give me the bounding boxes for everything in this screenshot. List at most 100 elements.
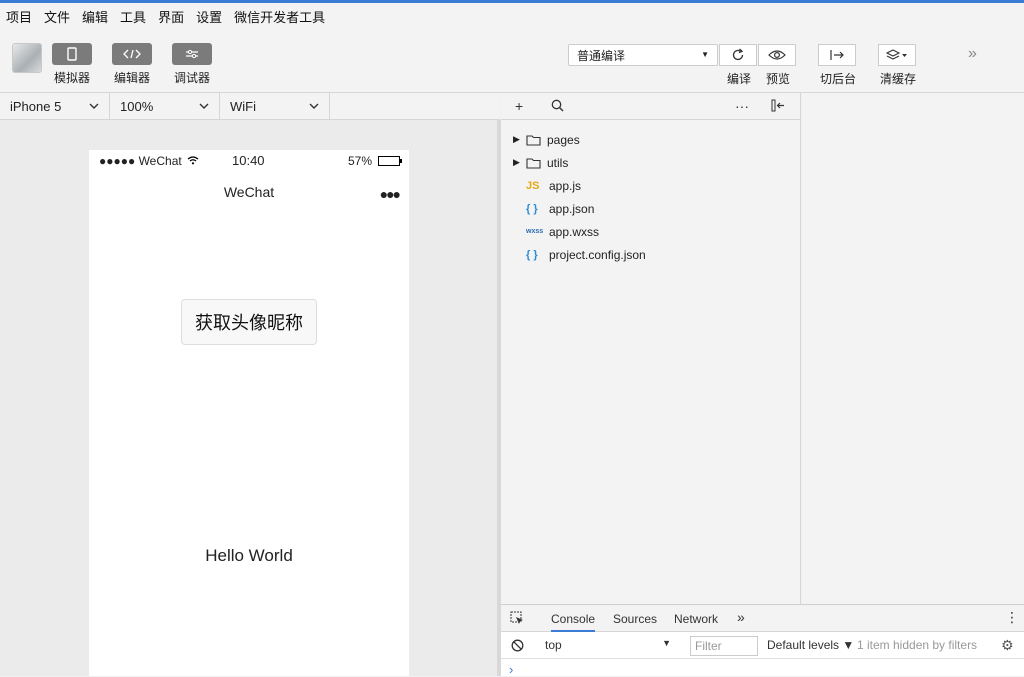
chevrons-right-icon[interactable]: » (968, 45, 977, 63)
file-explorer: + ··· ▶ pages ▶ utils JS app.js { } app.… (501, 93, 801, 604)
status-time: 10:40 (232, 153, 265, 168)
battery: 57% (348, 154, 403, 168)
menu-project[interactable]: 项目 (6, 7, 32, 26)
tab-network[interactable]: Network (674, 612, 718, 626)
preview-button[interactable] (758, 44, 796, 66)
tree-item-folder[interactable]: ▶ pages (501, 128, 800, 151)
console-filter-input[interactable]: Filter (690, 636, 758, 656)
tab-sources[interactable]: Sources (613, 612, 657, 626)
kebab-menu-icon[interactable]: ⋮ (1005, 609, 1019, 626)
clear-cache-button[interactable] (878, 44, 916, 66)
menu-view[interactable]: 界面 (158, 7, 184, 26)
chevron-down-icon (309, 103, 319, 109)
devtools-console: Console Sources Network » ⋮ top ▼ Filter… (501, 604, 1024, 677)
nav-title: WeChat (223, 184, 275, 200)
network-select[interactable]: WiFi (220, 93, 330, 119)
code-icon (112, 43, 152, 65)
chevron-down-icon (89, 103, 99, 109)
zoom-select[interactable]: 100% (110, 93, 220, 119)
toolbar: 模拟器 编辑器 调试器 普通编译 ▼ 编译 预览 切后台 清缓存 » (0, 30, 1024, 93)
chevron-down-icon (199, 103, 209, 109)
refresh-icon (732, 48, 744, 61)
device-value: iPhone 5 (10, 98, 62, 114)
file-name: utils (547, 155, 569, 170)
simulator-button[interactable]: 模拟器 (52, 43, 92, 86)
menu-bar: 项目 文件 编辑 工具 界面 设置 微信开发者工具 (0, 3, 1024, 30)
file-name: project.config.json (549, 247, 646, 262)
clear-console-icon[interactable] (511, 639, 524, 652)
context-value: top (545, 638, 562, 652)
console-prompt-icon[interactable]: › (509, 662, 513, 677)
devtools-tabs: Console Sources Network » ⋮ (501, 605, 1024, 632)
caret-right-icon: ▶ (513, 157, 520, 167)
file-name: app.wxss (549, 224, 600, 239)
clear-cache-label: 清缓存 (880, 72, 917, 86)
hello-text: Hello World (205, 546, 293, 565)
editor-button[interactable]: 编辑器 (112, 43, 152, 86)
menu-file[interactable]: 文件 (44, 7, 70, 26)
menu-app[interactable]: 微信开发者工具 (234, 7, 325, 26)
device-bar: iPhone 5 100% WiFi (0, 93, 500, 120)
battery-icon (378, 156, 403, 166)
gear-icon[interactable]: ⚙ (1001, 637, 1014, 654)
phone-screen: ●●●●● WeChat 10:40 57% WeChat ●●● 获取头像昵称… (89, 150, 409, 676)
sliders-icon (172, 43, 212, 65)
add-icon[interactable]: + (515, 98, 523, 114)
simulator-area: ●●●●● WeChat 10:40 57% WeChat ●●● 获取头像昵称… (0, 120, 499, 676)
more-dots-icon[interactable]: ●●● (380, 186, 401, 202)
tree-item-file[interactable]: { } app.json (501, 197, 800, 220)
tree-item-file[interactable]: { } project.config.json (501, 243, 800, 266)
more-horizontal-icon[interactable]: ··· (735, 98, 749, 114)
device-select[interactable]: iPhone 5 (0, 93, 110, 119)
background-label: 切后台 (820, 72, 857, 86)
json-file-icon: { } (526, 202, 538, 215)
network-value: WiFi (230, 98, 256, 114)
battery-percent: 57% (348, 154, 373, 168)
compile-label: 编译 (727, 72, 752, 86)
preview-label: 预览 (766, 72, 791, 86)
carrier-text: ●●●●● WeChat (99, 154, 182, 168)
collapse-panel-icon[interactable] (771, 99, 785, 115)
caret-down-icon: ▼ (701, 50, 709, 59)
folder-icon (526, 134, 541, 146)
get-avatar-button[interactable]: 获取头像昵称 (181, 299, 317, 345)
wifi-icon (187, 156, 199, 165)
background-button[interactable] (818, 44, 856, 66)
user-avatar[interactable] (12, 43, 42, 73)
eye-icon (768, 50, 786, 60)
editor-label: 编辑器 (113, 71, 150, 85)
debugger-button[interactable]: 调试器 (172, 43, 212, 86)
menu-edit[interactable]: 编辑 (82, 7, 108, 26)
wxss-file-icon: wxss (526, 228, 544, 235)
tree-item-file[interactable]: wxss app.wxss (501, 220, 800, 243)
context-select[interactable]: top ▼ (541, 636, 677, 654)
tree-item-file[interactable]: JS app.js (501, 174, 800, 197)
json-file-icon: { } (526, 248, 538, 261)
file-name: app.js (549, 178, 582, 193)
explorer-toolbar: + ··· (501, 93, 800, 120)
compile-button[interactable] (719, 44, 757, 66)
log-levels-select[interactable]: Default levels ▼ (767, 638, 854, 652)
search-icon[interactable] (551, 99, 564, 115)
carrier-signal: ●●●●● WeChat (99, 154, 199, 168)
file-tree: ▶ pages ▶ utils JS app.js { } app.json w… (501, 120, 800, 266)
hidden-items-text: 1 item hidden by filters (857, 638, 978, 652)
simulator-label: 模拟器 (53, 71, 90, 85)
phone-icon (52, 43, 92, 65)
menu-settings[interactable]: 设置 (196, 7, 222, 26)
zoom-value: 100% (120, 98, 154, 114)
switch-background-icon (830, 50, 844, 60)
menu-tools[interactable]: 工具 (120, 7, 146, 26)
more-tabs-icon[interactable]: » (737, 609, 745, 625)
layers-icon (886, 49, 907, 60)
file-name: app.json (549, 201, 595, 216)
console-filter-bar: top ▼ Filter Default levels ▼ 1 item hid… (501, 632, 1024, 659)
editor-area (802, 93, 1024, 604)
js-file-icon: JS (526, 179, 540, 192)
compile-mode-value: 普通编译 (577, 48, 626, 63)
tree-item-folder[interactable]: ▶ utils (501, 151, 800, 174)
status-bar: ●●●●● WeChat 10:40 57% (89, 150, 409, 172)
inspect-element-icon[interactable] (510, 611, 524, 628)
compile-mode-select[interactable]: 普通编译 ▼ (568, 44, 718, 66)
tab-console[interactable]: Console (551, 612, 596, 632)
